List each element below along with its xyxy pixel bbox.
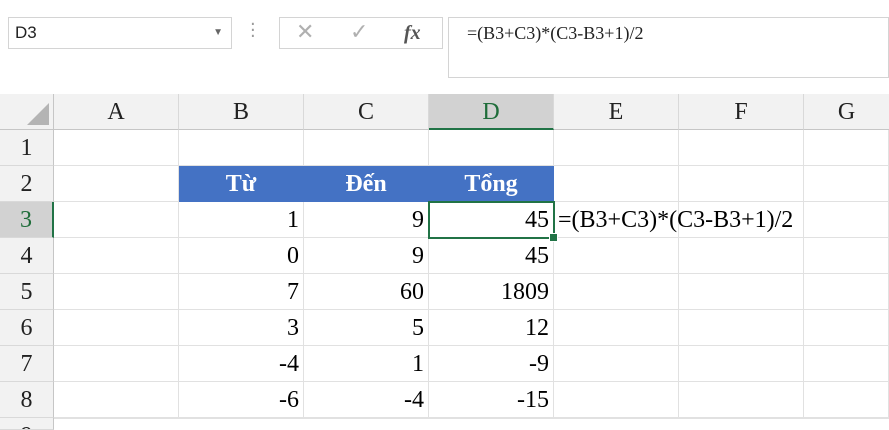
grid-cell[interactable] xyxy=(429,418,554,419)
grid-cell[interactable] xyxy=(554,130,679,166)
grid-cell[interactable] xyxy=(554,418,679,419)
grid-cell[interactable] xyxy=(804,130,889,166)
grid-cell[interactable] xyxy=(554,346,679,382)
grid-cell[interactable] xyxy=(54,418,179,419)
grid-cell[interactable] xyxy=(304,418,429,419)
grid-cell[interactable] xyxy=(554,310,679,346)
cell-d5[interactable]: 1809 xyxy=(429,274,554,310)
column-header-g[interactable]: G xyxy=(804,94,889,130)
grid-cell[interactable] xyxy=(679,238,804,274)
cell-b4[interactable]: 0 xyxy=(179,238,304,274)
column-header-b[interactable]: B xyxy=(179,94,304,130)
table-header-sum[interactable]: Tổng xyxy=(429,166,554,202)
grid-cell[interactable] xyxy=(804,310,889,346)
grid-cell[interactable] xyxy=(54,274,179,310)
grid-cell[interactable] xyxy=(804,238,889,274)
cell-b5[interactable]: 7 xyxy=(179,274,304,310)
chevron-down-icon[interactable]: ▼ xyxy=(213,18,223,48)
cell-b8[interactable]: -6 xyxy=(179,382,304,418)
column-header-a[interactable]: A xyxy=(54,94,179,130)
cell-c4[interactable]: 9 xyxy=(304,238,429,274)
cell-d7[interactable]: -9 xyxy=(429,346,554,382)
cell-b6[interactable]: 3 xyxy=(179,310,304,346)
cell-d8[interactable]: -15 xyxy=(429,382,554,418)
column-header-f[interactable]: F xyxy=(679,94,804,130)
row-header-5[interactable]: 5 xyxy=(0,274,54,310)
column-header-e[interactable]: E xyxy=(554,94,679,130)
name-box[interactable]: D3 ▼ xyxy=(8,17,232,49)
grid-cell[interactable] xyxy=(804,418,889,419)
row-header-8[interactable]: 8 xyxy=(0,382,54,418)
grid-cell[interactable] xyxy=(554,274,679,310)
check-icon[interactable]: ✓ xyxy=(350,20,368,45)
close-icon[interactable]: ✕ xyxy=(296,20,314,45)
cell-b7[interactable]: -4 xyxy=(179,346,304,382)
grid-cell[interactable] xyxy=(54,382,179,418)
cell-d6[interactable]: 12 xyxy=(429,310,554,346)
row-header-1[interactable]: 1 xyxy=(0,130,54,166)
grid-cell[interactable] xyxy=(679,130,804,166)
column-header-d[interactable]: D xyxy=(429,94,554,130)
cell-c5[interactable]: 60 xyxy=(304,274,429,310)
grid-cell[interactable] xyxy=(679,166,804,202)
fx-icon[interactable]: fx xyxy=(404,22,421,45)
cell-e3[interactable]: =(B3+C3)*(C3-B3+1)/2 xyxy=(554,202,889,238)
cell-d4[interactable]: 45 xyxy=(429,238,554,274)
grid-cell[interactable] xyxy=(679,382,804,418)
row-header-9[interactable]: 9 xyxy=(0,418,54,430)
grid-cell[interactable] xyxy=(429,130,554,166)
column-header-c[interactable]: C xyxy=(304,94,429,130)
formula-buttons: ✕ ✓ fx xyxy=(279,17,443,49)
table-header-to[interactable]: Đến xyxy=(304,166,429,202)
row-header-3[interactable]: 3 xyxy=(0,202,54,238)
grid-cell[interactable] xyxy=(679,274,804,310)
grid-cell[interactable] xyxy=(304,130,429,166)
cell-d3[interactable]: 45 xyxy=(429,202,554,238)
grid-cell[interactable] xyxy=(54,238,179,274)
grid-cell[interactable] xyxy=(554,382,679,418)
grid-cell[interactable] xyxy=(54,202,179,238)
table-header-from[interactable]: Từ xyxy=(179,166,304,202)
grid-cell[interactable] xyxy=(554,166,679,202)
grid-cell[interactable] xyxy=(804,382,889,418)
grid-cell[interactable] xyxy=(179,418,304,419)
grid-cell[interactable] xyxy=(179,130,304,166)
grid-cell[interactable] xyxy=(54,166,179,202)
grid-cell[interactable] xyxy=(679,310,804,346)
formula-input[interactable]: =(B3+C3)*(C3-B3+1)/2 xyxy=(448,17,889,78)
select-all-icon xyxy=(27,103,49,125)
grid-cell[interactable] xyxy=(679,346,804,382)
grid-cell[interactable] xyxy=(804,346,889,382)
select-all-button[interactable] xyxy=(0,94,54,130)
grid-cell[interactable] xyxy=(54,310,179,346)
grid-cell[interactable] xyxy=(804,166,889,202)
cell-c7[interactable]: 1 xyxy=(304,346,429,382)
grid-cell[interactable] xyxy=(554,238,679,274)
drag-handle-icon[interactable]: · · · xyxy=(250,16,256,46)
formula-bar-area: D3 ▼ · · · ✕ ✓ fx =(B3+C3)*(C3-B3+1)/2 xyxy=(0,0,889,94)
grid-cell[interactable] xyxy=(679,418,804,419)
cell-c8[interactable]: -4 xyxy=(304,382,429,418)
cell-c3[interactable]: 9 xyxy=(304,202,429,238)
row-header-6[interactable]: 6 xyxy=(0,310,54,346)
grid-cell[interactable] xyxy=(54,346,179,382)
row-header-4[interactable]: 4 xyxy=(0,238,54,274)
row-header-2[interactable]: 2 xyxy=(0,166,54,202)
grid-cell[interactable] xyxy=(804,274,889,310)
cell-b3[interactable]: 1 xyxy=(179,202,304,238)
grid-cell[interactable] xyxy=(54,130,179,166)
cell-c6[interactable]: 5 xyxy=(304,310,429,346)
name-box-value: D3 xyxy=(15,23,37,42)
row-header-7[interactable]: 7 xyxy=(0,346,54,382)
